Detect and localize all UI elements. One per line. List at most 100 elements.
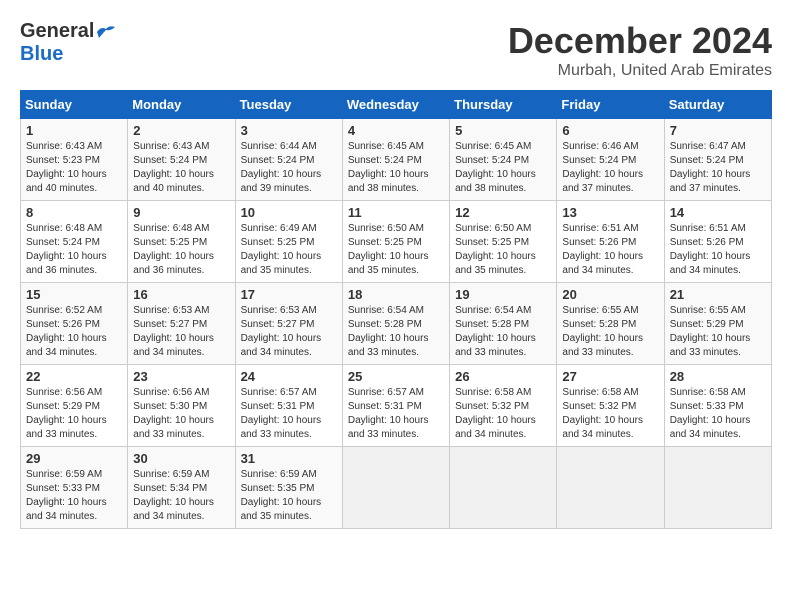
calendar-cell: 11 Sunrise: 6:50 AMSunset: 5:25 PMDayligh… — [342, 201, 449, 283]
day-number: 3 — [241, 123, 337, 138]
day-info: Sunrise: 6:48 AMSunset: 5:25 PMDaylight:… — [133, 223, 214, 276]
calendar-cell: 22 Sunrise: 6:56 AMSunset: 5:29 PMDayligh… — [21, 365, 128, 447]
calendar-body: 1Sunrise: 6:43 AMSunset: 5:23 PMDaylight… — [21, 119, 772, 529]
day-info: Sunrise: 6:57 AMSunset: 5:31 PMDaylight:… — [241, 387, 322, 440]
day-number: 31 — [241, 451, 337, 466]
day-info: Sunrise: 6:43 AMSunset: 5:24 PMDaylight:… — [133, 141, 214, 194]
day-info: Sunrise: 6:48 AMSunset: 5:24 PMDaylight:… — [26, 223, 107, 276]
day-info: Sunrise: 6:53 AMSunset: 5:27 PMDaylight:… — [133, 305, 214, 358]
calendar-cell: 4Sunrise: 6:45 AMSunset: 5:24 PMDaylight… — [342, 119, 449, 201]
calendar-cell — [342, 447, 449, 529]
day-info: Sunrise: 6:55 AMSunset: 5:28 PMDaylight:… — [562, 305, 643, 358]
day-info: Sunrise: 6:50 AMSunset: 5:25 PMDaylight:… — [348, 223, 429, 276]
logo: General Blue — [20, 20, 118, 66]
day-info: Sunrise: 6:51 AMSunset: 5:26 PMDaylight:… — [670, 223, 751, 276]
calendar-cell: 14 Sunrise: 6:51 AMSunset: 5:26 PMDayligh… — [664, 201, 771, 283]
header-friday: Friday — [557, 91, 664, 119]
calendar-cell: 5 Sunrise: 6:45 AMSunset: 5:24 PMDaylight… — [450, 119, 557, 201]
calendar-table: Sunday Monday Tuesday Wednesday Thursday… — [20, 90, 772, 529]
calendar-cell: 30Sunrise: 6:59 AMSunset: 5:34 PMDayligh… — [128, 447, 235, 529]
calendar-cell: 1Sunrise: 6:43 AMSunset: 5:23 PMDaylight… — [21, 119, 128, 201]
day-info: Sunrise: 6:44 AMSunset: 5:24 PMDaylight:… — [241, 141, 322, 194]
day-info: Sunrise: 6:49 AMSunset: 5:25 PMDaylight:… — [241, 223, 322, 276]
day-number: 22 — [26, 369, 122, 384]
day-info: Sunrise: 6:57 AMSunset: 5:31 PMDaylight:… — [348, 387, 429, 440]
day-number: 12 — [455, 205, 551, 220]
calendar-cell: 9Sunrise: 6:48 AMSunset: 5:25 PMDaylight… — [128, 201, 235, 283]
calendar-cell: 27 Sunrise: 6:58 AMSunset: 5:32 PMDayligh… — [557, 365, 664, 447]
day-number: 29 — [26, 451, 122, 466]
header-monday: Monday — [128, 91, 235, 119]
day-info: Sunrise: 6:59 AMSunset: 5:34 PMDaylight:… — [133, 469, 214, 522]
day-number: 10 — [241, 205, 337, 220]
day-info: Sunrise: 6:51 AMSunset: 5:26 PMDaylight:… — [562, 223, 643, 276]
logo-text: General Blue — [20, 20, 118, 66]
day-number: 20 — [562, 287, 658, 302]
day-number: 13 — [562, 205, 658, 220]
calendar-cell: 16 Sunrise: 6:53 AMSunset: 5:27 PMDayligh… — [128, 283, 235, 365]
calendar-cell: 26 Sunrise: 6:58 AMSunset: 5:32 PMDayligh… — [450, 365, 557, 447]
calendar-cell: 19Sunrise: 6:54 AMSunset: 5:28 PMDayligh… — [450, 283, 557, 365]
calendar-cell: 7 Sunrise: 6:47 AMSunset: 5:24 PMDaylight… — [664, 119, 771, 201]
day-info: Sunrise: 6:46 AMSunset: 5:24 PMDaylight:… — [562, 141, 643, 194]
day-number: 17 — [241, 287, 337, 302]
day-number: 11 — [348, 205, 444, 220]
calendar-week-row: 29 Sunrise: 6:59 AMSunset: 5:33 PMDayligh… — [21, 447, 772, 529]
day-info: Sunrise: 6:43 AMSunset: 5:23 PMDaylight:… — [26, 141, 107, 194]
calendar-cell: 25Sunrise: 6:57 AMSunset: 5:31 PMDayligh… — [342, 365, 449, 447]
day-number: 2 — [133, 123, 229, 138]
day-number: 6 — [562, 123, 658, 138]
day-number: 26 — [455, 369, 551, 384]
calendar-cell: 15 Sunrise: 6:52 AMSunset: 5:26 PMDayligh… — [21, 283, 128, 365]
day-info: Sunrise: 6:53 AMSunset: 5:27 PMDaylight:… — [241, 305, 322, 358]
day-number: 5 — [455, 123, 551, 138]
header-thursday: Thursday — [450, 91, 557, 119]
day-number: 14 — [670, 205, 766, 220]
day-info: Sunrise: 6:58 AMSunset: 5:32 PMDaylight:… — [562, 387, 643, 440]
calendar-cell: 3 Sunrise: 6:44 AMSunset: 5:24 PMDaylight… — [235, 119, 342, 201]
calendar-cell — [557, 447, 664, 529]
month-title: December 2024 — [508, 20, 772, 62]
header-tuesday: Tuesday — [235, 91, 342, 119]
day-info: Sunrise: 6:45 AMSunset: 5:24 PMDaylight:… — [348, 141, 429, 194]
calendar-cell: 20 Sunrise: 6:55 AMSunset: 5:28 PMDayligh… — [557, 283, 664, 365]
day-info: Sunrise: 6:56 AMSunset: 5:30 PMDaylight:… — [133, 387, 214, 440]
day-info: Sunrise: 6:58 AMSunset: 5:33 PMDaylight:… — [670, 387, 751, 440]
location-subtitle: Murbah, United Arab Emirates — [508, 62, 772, 80]
calendar-cell — [664, 447, 771, 529]
header-wednesday: Wednesday — [342, 91, 449, 119]
calendar-cell: 18Sunrise: 6:54 AMSunset: 5:28 PMDayligh… — [342, 283, 449, 365]
calendar-cell: 28 Sunrise: 6:58 AMSunset: 5:33 PMDayligh… — [664, 365, 771, 447]
calendar-week-row: 8 Sunrise: 6:48 AMSunset: 5:24 PMDaylight… — [21, 201, 772, 283]
day-number: 19 — [455, 287, 551, 302]
calendar-week-row: 1Sunrise: 6:43 AMSunset: 5:23 PMDaylight… — [21, 119, 772, 201]
page-header: General Blue December 2024 Murbah, Unite… — [20, 20, 772, 80]
calendar-cell: 17 Sunrise: 6:53 AMSunset: 5:27 PMDayligh… — [235, 283, 342, 365]
day-info: Sunrise: 6:50 AMSunset: 5:25 PMDaylight:… — [455, 223, 536, 276]
day-number: 28 — [670, 369, 766, 384]
day-number: 8 — [26, 205, 122, 220]
day-number: 21 — [670, 287, 766, 302]
day-number: 23 — [133, 369, 229, 384]
day-info: Sunrise: 6:45 AMSunset: 5:24 PMDaylight:… — [455, 141, 536, 194]
calendar-week-row: 15 Sunrise: 6:52 AMSunset: 5:26 PMDayligh… — [21, 283, 772, 365]
calendar-cell: 23 Sunrise: 6:56 AMSunset: 5:30 PMDayligh… — [128, 365, 235, 447]
calendar-cell: 31 Sunrise: 6:59 AMSunset: 5:35 PMDayligh… — [235, 447, 342, 529]
day-number: 27 — [562, 369, 658, 384]
day-info: Sunrise: 6:52 AMSunset: 5:26 PMDaylight:… — [26, 305, 107, 358]
day-number: 16 — [133, 287, 229, 302]
calendar-cell: 21Sunrise: 6:55 AMSunset: 5:29 PMDayligh… — [664, 283, 771, 365]
day-number: 15 — [26, 287, 122, 302]
day-info: Sunrise: 6:59 AMSunset: 5:35 PMDaylight:… — [241, 469, 322, 522]
calendar-cell: 10 Sunrise: 6:49 AMSunset: 5:25 PMDayligh… — [235, 201, 342, 283]
day-info: Sunrise: 6:56 AMSunset: 5:29 PMDaylight:… — [26, 387, 107, 440]
calendar-cell — [450, 447, 557, 529]
calendar-week-row: 22 Sunrise: 6:56 AMSunset: 5:29 PMDayligh… — [21, 365, 772, 447]
calendar-cell: 2 Sunrise: 6:43 AMSunset: 5:24 PMDaylight… — [128, 119, 235, 201]
day-info: Sunrise: 6:47 AMSunset: 5:24 PMDaylight:… — [670, 141, 751, 194]
day-number: 7 — [670, 123, 766, 138]
day-info: Sunrise: 6:58 AMSunset: 5:32 PMDaylight:… — [455, 387, 536, 440]
header-sunday: Sunday — [21, 91, 128, 119]
day-number: 24 — [241, 369, 337, 384]
day-info: Sunrise: 6:59 AMSunset: 5:33 PMDaylight:… — [26, 469, 107, 522]
